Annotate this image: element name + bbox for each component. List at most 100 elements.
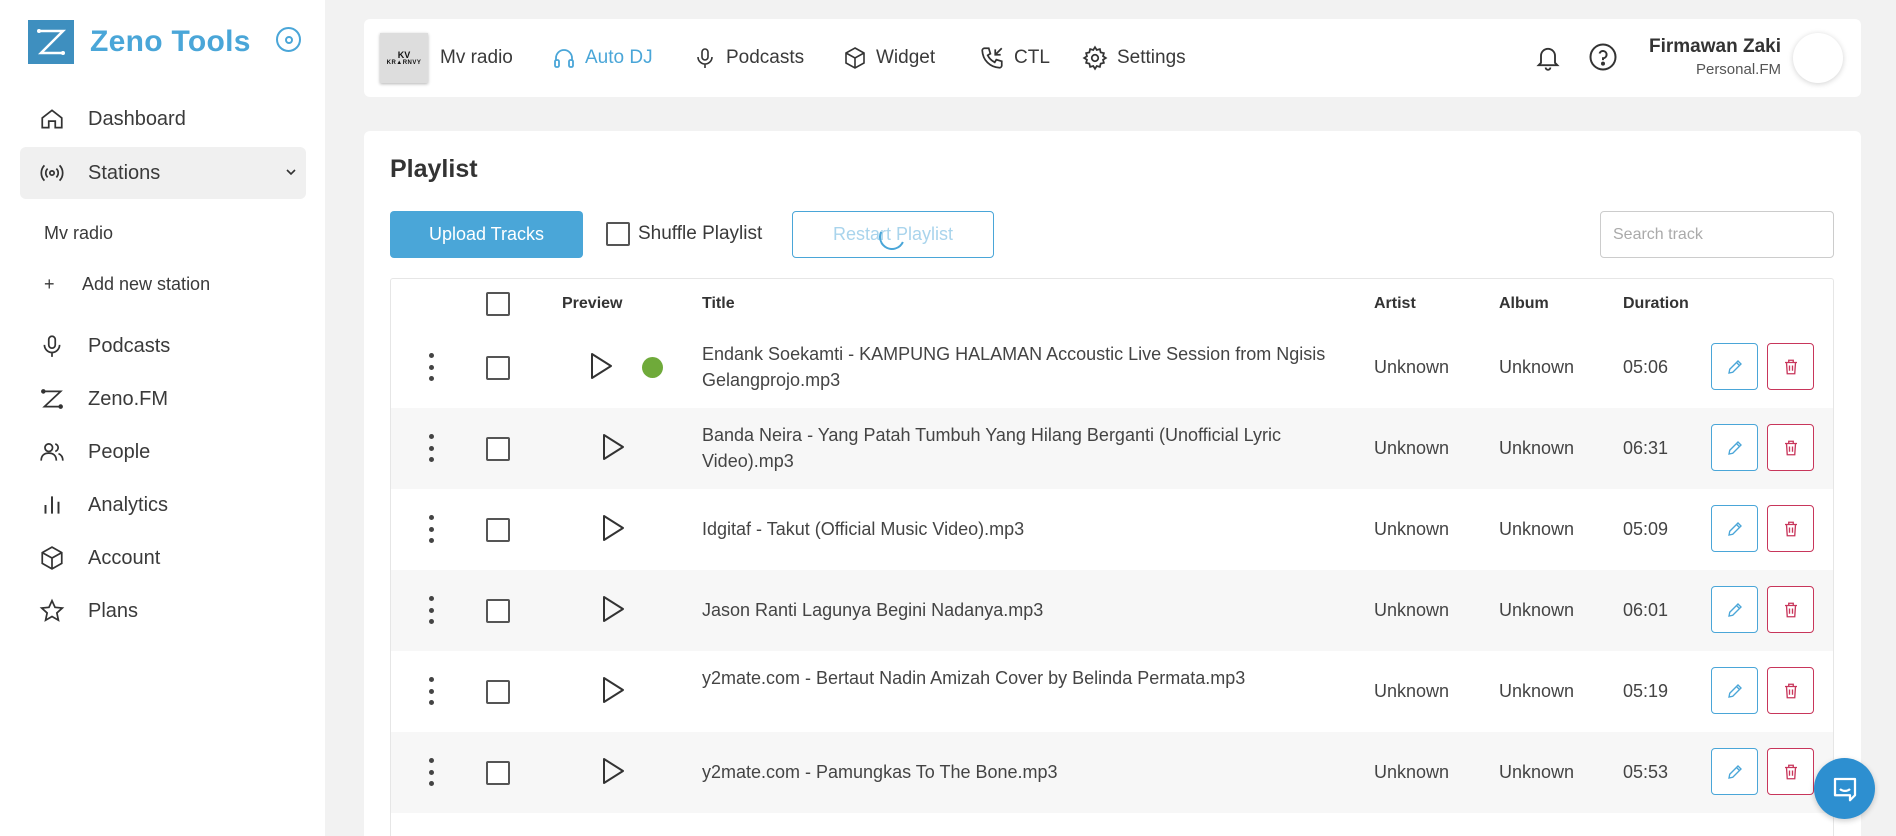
table-header: Preview Title Artist Album Duration bbox=[391, 279, 1833, 327]
microphone-icon bbox=[38, 332, 66, 360]
add-station-button[interactable]: + Add new station bbox=[44, 274, 210, 295]
sidebar-item-analytics[interactable]: Analytics bbox=[20, 479, 306, 531]
more-options-icon[interactable] bbox=[424, 596, 438, 624]
column-title[interactable]: Title bbox=[702, 295, 735, 313]
station-thumb-subtext: KR▲RNVY bbox=[386, 60, 422, 66]
track-artist: Unknown bbox=[1374, 762, 1450, 782]
table-row: y2mate.com - Pamungkas To The Bone.mp3 Un… bbox=[391, 732, 1833, 813]
headphones-icon bbox=[554, 49, 574, 68]
row-checkbox[interactable] bbox=[486, 356, 510, 380]
more-options-icon[interactable] bbox=[424, 515, 438, 543]
play-icon[interactable] bbox=[600, 594, 626, 629]
more-options-icon[interactable] bbox=[424, 758, 438, 786]
delete-track-button[interactable] bbox=[1767, 424, 1814, 471]
trash-icon bbox=[1784, 359, 1797, 374]
track-album: Unknown bbox=[1499, 357, 1575, 377]
checkbox[interactable] bbox=[606, 222, 630, 246]
sidebar-item-dashboard[interactable]: Dashboard bbox=[20, 93, 306, 145]
bell-icon[interactable] bbox=[1531, 40, 1565, 74]
sidebar-item-people[interactable]: People bbox=[20, 426, 306, 478]
track-artist: Unknown bbox=[1374, 438, 1450, 458]
column-album[interactable]: Album bbox=[1499, 295, 1549, 313]
page-title: Playlist bbox=[390, 155, 478, 183]
track-title: Banda Neira - Yang Patah Tumbuh Yang Hil… bbox=[702, 425, 1282, 471]
tab-podcasts[interactable]: Podcasts bbox=[693, 19, 804, 97]
delete-track-button[interactable] bbox=[1767, 748, 1814, 795]
pencil-icon bbox=[1727, 521, 1742, 536]
help-icon[interactable] bbox=[1586, 40, 1620, 74]
play-icon[interactable] bbox=[600, 513, 626, 548]
track-duration: 05:06 bbox=[1623, 357, 1669, 377]
station-selector[interactable]: Mv radio bbox=[440, 19, 513, 97]
sidebar-item-zeno-fm[interactable]: Zeno.FM bbox=[20, 373, 306, 425]
trash-icon bbox=[1784, 440, 1797, 455]
tab-auto-dj[interactable]: Auto DJ bbox=[552, 19, 653, 97]
delete-track-button[interactable] bbox=[1767, 505, 1814, 552]
brand[interactable]: Zeno Tools bbox=[28, 20, 251, 64]
more-options-icon[interactable] bbox=[424, 434, 438, 462]
sidebar-item-stations[interactable]: Stations bbox=[20, 147, 306, 199]
pencil-icon bbox=[1727, 602, 1742, 617]
box-icon bbox=[845, 47, 865, 69]
edit-track-button[interactable] bbox=[1711, 586, 1758, 633]
row-checkbox[interactable] bbox=[486, 437, 510, 461]
avatar[interactable] bbox=[1793, 33, 1843, 83]
delete-track-button[interactable] bbox=[1767, 586, 1814, 633]
column-duration[interactable]: Duration bbox=[1623, 295, 1689, 313]
edit-track-button[interactable] bbox=[1711, 667, 1758, 714]
broadcast-icon bbox=[38, 159, 66, 187]
play-icon[interactable] bbox=[600, 675, 626, 710]
trash-icon bbox=[1784, 764, 1797, 779]
search-input[interactable] bbox=[1600, 211, 1834, 258]
row-checkbox[interactable] bbox=[486, 599, 510, 623]
tab-settings[interactable]: Settings bbox=[1082, 19, 1186, 97]
edit-track-button[interactable] bbox=[1711, 748, 1758, 795]
sidebar-station-mv-radio[interactable]: Mv radio bbox=[44, 223, 113, 244]
tab-ctl[interactable]: CTL bbox=[979, 19, 1050, 97]
sidebar-item-label: Dashboard bbox=[88, 107, 186, 130]
delete-track-button[interactable] bbox=[1767, 667, 1814, 714]
track-album: Unknown bbox=[1499, 519, 1575, 539]
add-station-label: Add new station bbox=[82, 274, 211, 294]
sidebar-item-label: Analytics bbox=[88, 493, 169, 516]
star-icon bbox=[38, 597, 66, 625]
sidebar-item-account[interactable]: Account bbox=[20, 532, 306, 584]
play-icon[interactable] bbox=[600, 756, 626, 791]
pencil-icon bbox=[1727, 683, 1742, 698]
edit-track-button[interactable] bbox=[1711, 424, 1758, 471]
tab-label: CTL bbox=[1014, 47, 1050, 68]
tab-label: Widget bbox=[876, 47, 936, 68]
row-checkbox[interactable] bbox=[486, 680, 510, 704]
sidebar-toggle-icon[interactable] bbox=[276, 27, 301, 52]
sidebar-item-podcasts[interactable]: Podcasts bbox=[20, 320, 306, 372]
edit-track-button[interactable] bbox=[1711, 505, 1758, 552]
more-options-icon[interactable] bbox=[424, 677, 438, 705]
station-thumbnail[interactable]: KV KR▲RNVY bbox=[380, 33, 428, 83]
sidebar-item-label: Zeno.FM bbox=[88, 387, 169, 410]
row-checkbox[interactable] bbox=[486, 518, 510, 542]
play-icon[interactable] bbox=[600, 432, 626, 467]
select-all-checkbox[interactable] bbox=[486, 292, 510, 316]
people-icon bbox=[38, 438, 66, 466]
chat-button[interactable] bbox=[1814, 758, 1875, 819]
upload-tracks-button[interactable]: Upload Tracks bbox=[390, 211, 583, 258]
shuffle-playlist-checkbox[interactable]: Shuffle Playlist bbox=[606, 222, 762, 246]
column-artist[interactable]: Artist bbox=[1374, 295, 1416, 313]
sidebar: Zeno Tools Dashboard Stations Mv radio +… bbox=[0, 0, 325, 836]
track-album: Unknown bbox=[1499, 762, 1575, 782]
trash-icon bbox=[1784, 683, 1797, 698]
table-row: Banda Neira - Yang Patah Tumbuh Yang Hil… bbox=[391, 408, 1833, 489]
row-checkbox[interactable] bbox=[486, 761, 510, 785]
play-icon[interactable] bbox=[588, 351, 614, 386]
more-options-icon[interactable] bbox=[424, 353, 438, 381]
zeno-logo-icon bbox=[28, 20, 74, 64]
tab-widget[interactable]: Widget bbox=[843, 19, 935, 97]
delete-track-button[interactable] bbox=[1767, 343, 1814, 390]
tab-label: Settings bbox=[1117, 47, 1186, 68]
track-title: Endank Soekamti - KAMPUNG HALAMAN Accous… bbox=[702, 344, 1326, 390]
track-title: y2mate.com - Pamungkas To The Bone.mp3 bbox=[702, 762, 1058, 782]
track-duration: 06:01 bbox=[1623, 600, 1669, 620]
edit-track-button[interactable] bbox=[1711, 343, 1758, 390]
sidebar-item-plans[interactable]: Plans bbox=[20, 585, 306, 637]
sidebar-item-label: Podcasts bbox=[88, 334, 171, 357]
